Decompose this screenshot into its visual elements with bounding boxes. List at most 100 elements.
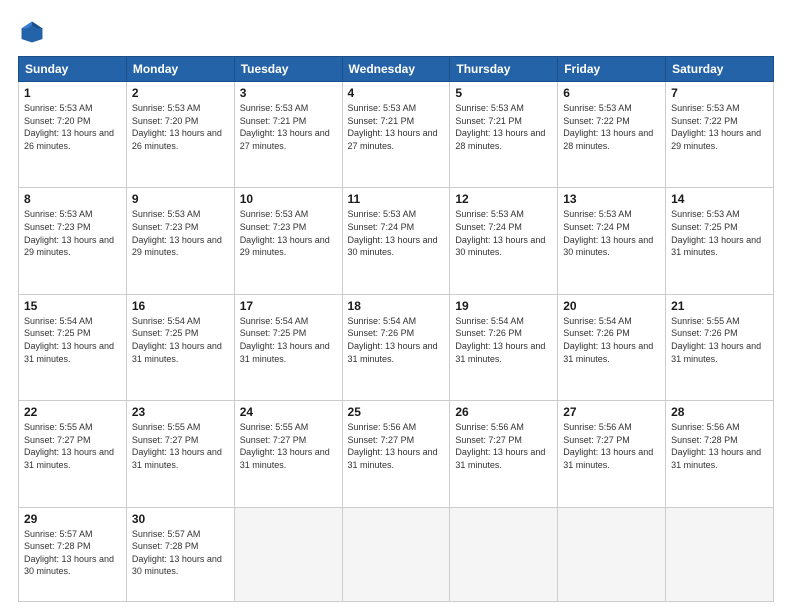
day-info: Sunrise: 5:53 AMSunset: 7:24 PMDaylight:… <box>563 208 660 258</box>
day-info: Sunrise: 5:53 AMSunset: 7:23 PMDaylight:… <box>240 208 337 258</box>
day-info: Sunrise: 5:53 AMSunset: 7:23 PMDaylight:… <box>24 208 121 258</box>
calendar-cell: 18Sunrise: 5:54 AMSunset: 7:26 PMDayligh… <box>342 294 450 400</box>
day-info: Sunrise: 5:54 AMSunset: 7:25 PMDaylight:… <box>240 315 337 365</box>
calendar-cell <box>342 507 450 601</box>
day-number: 22 <box>24 405 121 419</box>
day-number: 26 <box>455 405 552 419</box>
day-number: 9 <box>132 192 229 206</box>
calendar-cell <box>450 507 558 601</box>
day-info: Sunrise: 5:57 AMSunset: 7:28 PMDaylight:… <box>24 528 121 578</box>
day-info: Sunrise: 5:53 AMSunset: 7:25 PMDaylight:… <box>671 208 768 258</box>
calendar-cell: 22 Sunrise: 5:55 AMSunset: 7:27 PMDayligh… <box>19 401 127 507</box>
day-info: Sunrise: 5:54 AMSunset: 7:26 PMDaylight:… <box>348 315 445 365</box>
day-number: 28 <box>671 405 768 419</box>
day-info: Sunrise: 5:56 AMSunset: 7:27 PMDaylight:… <box>563 421 660 471</box>
calendar-cell: 27 Sunrise: 5:56 AMSunset: 7:27 PMDayligh… <box>558 401 666 507</box>
weekday-header-monday: Monday <box>126 57 234 82</box>
day-number: 27 <box>563 405 660 419</box>
day-info: Sunrise: 5:54 AMSunset: 7:25 PMDaylight:… <box>132 315 229 365</box>
day-number: 3 <box>240 86 337 100</box>
day-number: 11 <box>348 192 445 206</box>
day-number: 25 <box>348 405 445 419</box>
weekday-header-friday: Friday <box>558 57 666 82</box>
page: SundayMondayTuesdayWednesdayThursdayFrid… <box>0 0 792 612</box>
day-info: Sunrise: 5:54 AMSunset: 7:26 PMDaylight:… <box>455 315 552 365</box>
calendar-cell: 24Sunrise: 5:55 AMSunset: 7:27 PMDayligh… <box>234 401 342 507</box>
weekday-header-sunday: Sunday <box>19 57 127 82</box>
calendar-cell: 13 Sunrise: 5:53 AMSunset: 7:24 PMDayligh… <box>558 188 666 294</box>
calendar-cell: 1 Sunrise: 5:53 AMSunset: 7:20 PMDaylight… <box>19 82 127 188</box>
day-info: Sunrise: 5:53 AMSunset: 7:22 PMDaylight:… <box>563 102 660 152</box>
calendar-cell: 12 Sunrise: 5:53 AMSunset: 7:24 PMDayligh… <box>450 188 558 294</box>
header <box>18 18 774 46</box>
calendar-table: SundayMondayTuesdayWednesdayThursdayFrid… <box>18 56 774 602</box>
day-info: Sunrise: 5:55 AMSunset: 7:27 PMDaylight:… <box>240 421 337 471</box>
day-number: 29 <box>24 512 121 526</box>
day-info: Sunrise: 5:53 AMSunset: 7:21 PMDaylight:… <box>348 102 445 152</box>
calendar-cell: 11 Sunrise: 5:53 AMSunset: 7:24 PMDayligh… <box>342 188 450 294</box>
calendar-cell: 14 Sunrise: 5:53 AMSunset: 7:25 PMDayligh… <box>666 188 774 294</box>
day-info: Sunrise: 5:56 AMSunset: 7:27 PMDaylight:… <box>455 421 552 471</box>
day-number: 5 <box>455 86 552 100</box>
day-number: 20 <box>563 299 660 313</box>
day-number: 16 <box>132 299 229 313</box>
weekday-header-thursday: Thursday <box>450 57 558 82</box>
day-info: Sunrise: 5:53 AMSunset: 7:21 PMDaylight:… <box>455 102 552 152</box>
calendar-week-3: 15 Sunrise: 5:54 AMSunset: 7:25 PMDayligh… <box>19 294 774 400</box>
calendar-cell: 2Sunrise: 5:53 AMSunset: 7:20 PMDaylight… <box>126 82 234 188</box>
calendar-cell: 8Sunrise: 5:53 AMSunset: 7:23 PMDaylight… <box>19 188 127 294</box>
day-number: 14 <box>671 192 768 206</box>
calendar-cell: 21Sunrise: 5:55 AMSunset: 7:26 PMDayligh… <box>666 294 774 400</box>
calendar-cell: 10Sunrise: 5:53 AMSunset: 7:23 PMDayligh… <box>234 188 342 294</box>
weekday-header-wednesday: Wednesday <box>342 57 450 82</box>
calendar-week-1: 1 Sunrise: 5:53 AMSunset: 7:20 PMDaylight… <box>19 82 774 188</box>
calendar-cell: 7 Sunrise: 5:53 AMSunset: 7:22 PMDaylight… <box>666 82 774 188</box>
calendar-cell: 16 Sunrise: 5:54 AMSunset: 7:25 PMDayligh… <box>126 294 234 400</box>
calendar-week-4: 22 Sunrise: 5:55 AMSunset: 7:27 PMDayligh… <box>19 401 774 507</box>
calendar-cell <box>234 507 342 601</box>
calendar-cell: 9 Sunrise: 5:53 AMSunset: 7:23 PMDaylight… <box>126 188 234 294</box>
weekday-header-row: SundayMondayTuesdayWednesdayThursdayFrid… <box>19 57 774 82</box>
day-number: 17 <box>240 299 337 313</box>
day-info: Sunrise: 5:57 AMSunset: 7:28 PMDaylight:… <box>132 528 229 578</box>
calendar-cell: 28 Sunrise: 5:56 AMSunset: 7:28 PMDayligh… <box>666 401 774 507</box>
calendar-cell: 19 Sunrise: 5:54 AMSunset: 7:26 PMDayligh… <box>450 294 558 400</box>
day-info: Sunrise: 5:53 AMSunset: 7:23 PMDaylight:… <box>132 208 229 258</box>
day-number: 15 <box>24 299 121 313</box>
day-number: 2 <box>132 86 229 100</box>
day-number: 1 <box>24 86 121 100</box>
calendar-cell <box>558 507 666 601</box>
day-info: Sunrise: 5:55 AMSunset: 7:27 PMDaylight:… <box>24 421 121 471</box>
day-number: 12 <box>455 192 552 206</box>
day-number: 19 <box>455 299 552 313</box>
day-info: Sunrise: 5:55 AMSunset: 7:26 PMDaylight:… <box>671 315 768 365</box>
calendar-cell: 26 Sunrise: 5:56 AMSunset: 7:27 PMDayligh… <box>450 401 558 507</box>
day-number: 23 <box>132 405 229 419</box>
day-info: Sunrise: 5:56 AMSunset: 7:27 PMDaylight:… <box>348 421 445 471</box>
day-number: 4 <box>348 86 445 100</box>
calendar-cell: 5 Sunrise: 5:53 AMSunset: 7:21 PMDaylight… <box>450 82 558 188</box>
day-info: Sunrise: 5:56 AMSunset: 7:28 PMDaylight:… <box>671 421 768 471</box>
weekday-header-tuesday: Tuesday <box>234 57 342 82</box>
calendar-cell: 6Sunrise: 5:53 AMSunset: 7:22 PMDaylight… <box>558 82 666 188</box>
calendar-cell: 30 Sunrise: 5:57 AMSunset: 7:28 PMDayligh… <box>126 507 234 601</box>
calendar-cell: 29 Sunrise: 5:57 AMSunset: 7:28 PMDayligh… <box>19 507 127 601</box>
calendar-cell: 4 Sunrise: 5:53 AMSunset: 7:21 PMDaylight… <box>342 82 450 188</box>
calendar-cell: 23Sunrise: 5:55 AMSunset: 7:27 PMDayligh… <box>126 401 234 507</box>
day-info: Sunrise: 5:53 AMSunset: 7:22 PMDaylight:… <box>671 102 768 152</box>
calendar-cell: 17 Sunrise: 5:54 AMSunset: 7:25 PMDayligh… <box>234 294 342 400</box>
calendar-cell: 25 Sunrise: 5:56 AMSunset: 7:27 PMDayligh… <box>342 401 450 507</box>
logo <box>18 18 50 46</box>
calendar-week-2: 8Sunrise: 5:53 AMSunset: 7:23 PMDaylight… <box>19 188 774 294</box>
day-number: 7 <box>671 86 768 100</box>
day-info: Sunrise: 5:54 AMSunset: 7:26 PMDaylight:… <box>563 315 660 365</box>
day-info: Sunrise: 5:54 AMSunset: 7:25 PMDaylight:… <box>24 315 121 365</box>
day-number: 30 <box>132 512 229 526</box>
calendar-cell: 15 Sunrise: 5:54 AMSunset: 7:25 PMDayligh… <box>19 294 127 400</box>
day-info: Sunrise: 5:53 AMSunset: 7:20 PMDaylight:… <box>24 102 121 152</box>
day-info: Sunrise: 5:53 AMSunset: 7:24 PMDaylight:… <box>455 208 552 258</box>
calendar-cell: 3Sunrise: 5:53 AMSunset: 7:21 PMDaylight… <box>234 82 342 188</box>
day-number: 13 <box>563 192 660 206</box>
calendar-cell: 20 Sunrise: 5:54 AMSunset: 7:26 PMDayligh… <box>558 294 666 400</box>
day-info: Sunrise: 5:53 AMSunset: 7:24 PMDaylight:… <box>348 208 445 258</box>
